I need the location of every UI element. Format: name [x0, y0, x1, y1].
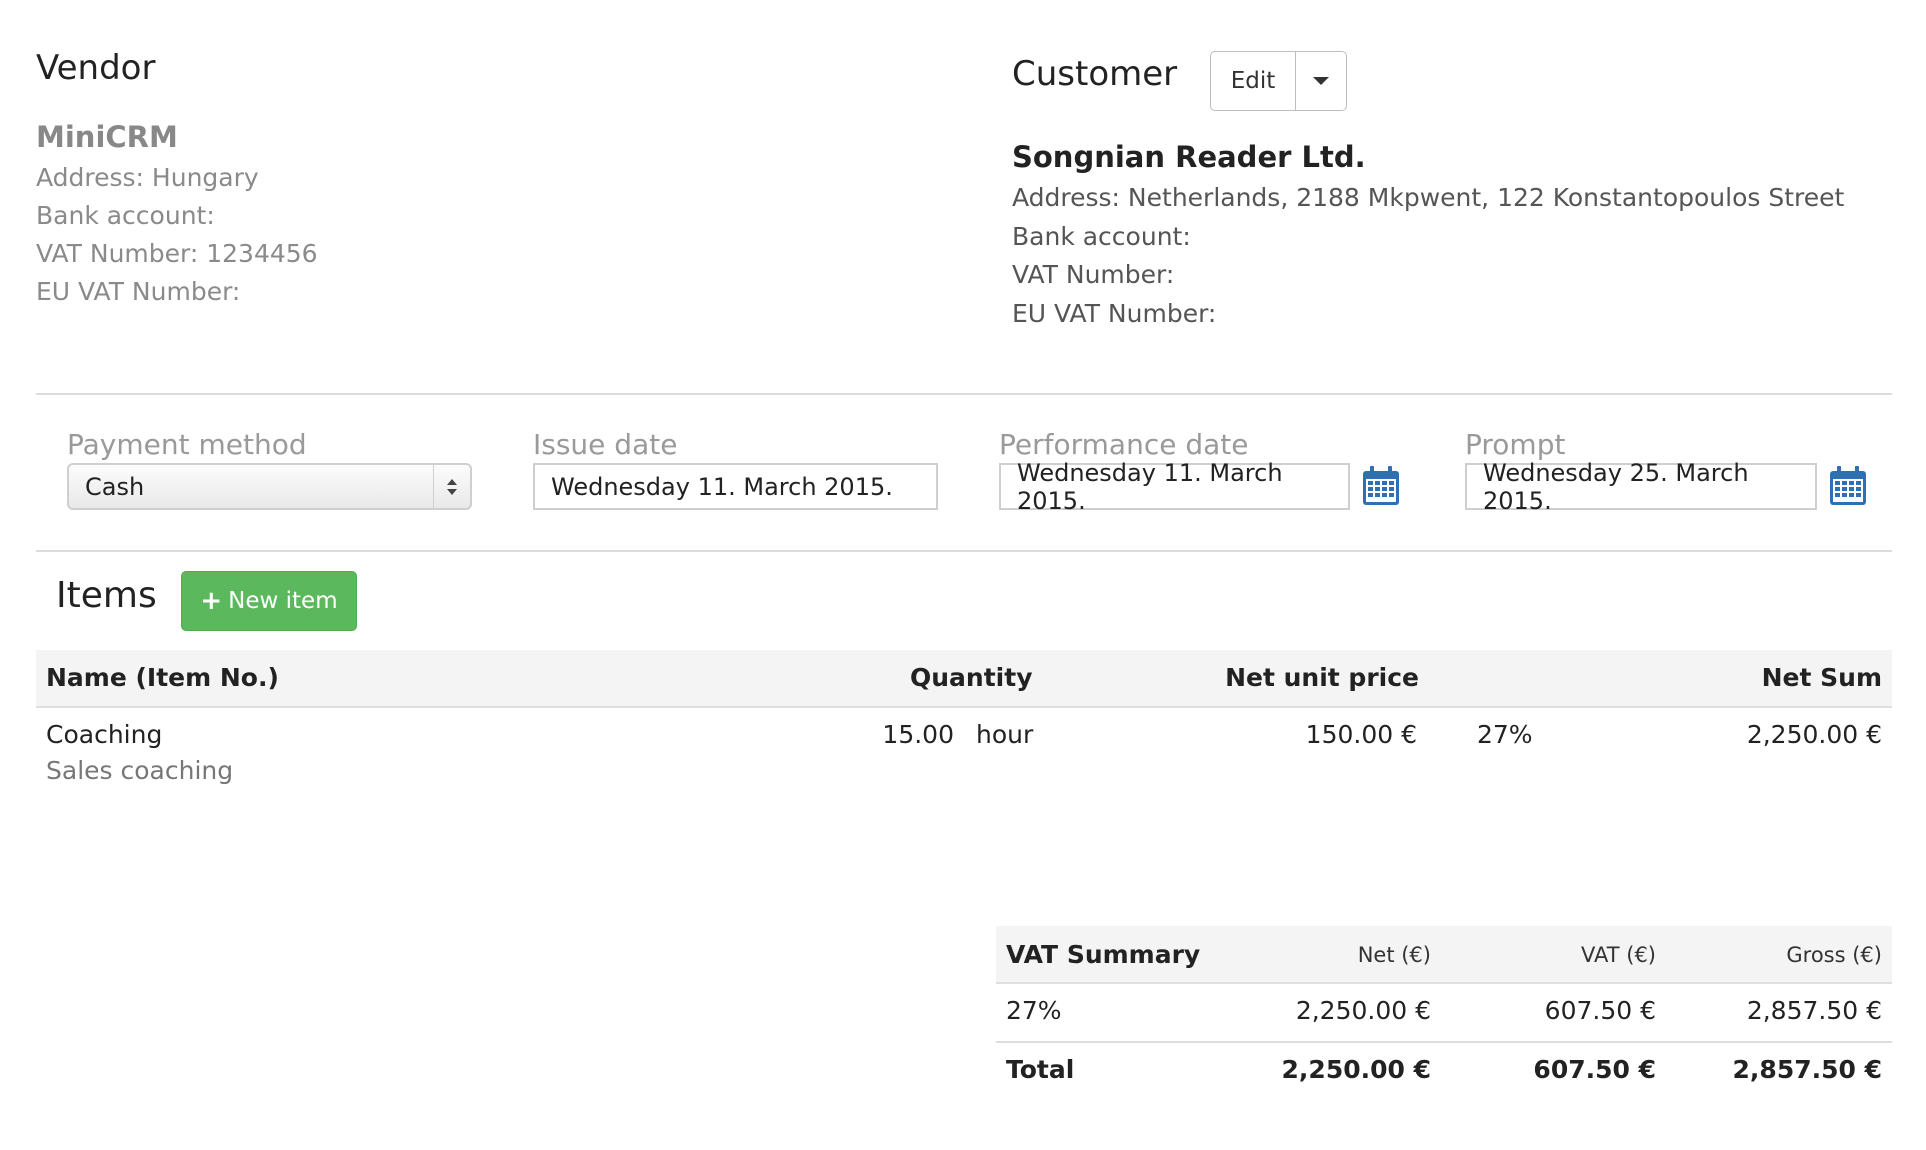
vendor-title: Vendor	[36, 48, 156, 88]
vat-summary-total-net: 2,250.00 €	[1281, 1055, 1431, 1084]
plus-icon: +	[200, 586, 223, 616]
customer-address: Address: Netherlands, 2188 Mkpwent, 122 …	[1012, 183, 1845, 212]
item-unit: hour	[976, 720, 1034, 749]
item-quantity: 15.00	[882, 720, 954, 749]
vendor-bank-account: Bank account:	[36, 201, 215, 230]
edit-dropdown-toggle[interactable]	[1296, 52, 1346, 110]
issue-date-input[interactable]: Wednesday 11. March 2015.	[533, 463, 938, 510]
vat-summary-gross-header: Gross (€)	[1786, 943, 1882, 967]
vat-summary-total-gross: 2,857.50 €	[1732, 1055, 1882, 1084]
divider	[36, 393, 1892, 395]
new-item-label: New item	[228, 588, 338, 614]
select-arrows-icon	[433, 465, 470, 508]
item-description: Sales coaching	[46, 756, 234, 785]
item-net-sum: 2,250.00 €	[1746, 720, 1882, 749]
items-table-header: Name (Item No.) Quantity Net unit price …	[36, 650, 1892, 708]
prompt-label: Prompt	[1465, 428, 1566, 461]
calendar-icon[interactable]	[1361, 465, 1401, 507]
vendor-eu-vat-number: EU VAT Number:	[36, 277, 241, 306]
customer-vat-number: VAT Number:	[1012, 260, 1175, 289]
vat-summary-vat: 607.50 €	[1544, 996, 1656, 1025]
column-header-name: Name (Item No.)	[46, 663, 279, 692]
column-header-net-sum: Net Sum	[1761, 663, 1882, 692]
vendor-address: Address: Hungary	[36, 163, 259, 192]
vat-summary-gross: 2,857.50 €	[1746, 996, 1882, 1025]
vendor-name: MiniCRM	[36, 120, 178, 154]
issue-date-label: Issue date	[533, 428, 678, 461]
performance-date-input[interactable]: Wednesday 11. March 2015.	[999, 459, 1350, 515]
prompt-date-input[interactable]: Wednesday 25. March 2015.	[1465, 459, 1817, 515]
performance-date-label: Performance date	[999, 428, 1249, 461]
item-net-unit-price: 150.00 €	[1305, 720, 1417, 749]
vat-summary-net-header: Net (€)	[1357, 943, 1431, 967]
items-title: Items	[56, 575, 157, 616]
column-header-net-unit-price: Net unit price	[1225, 663, 1419, 692]
customer-name: Songnian Reader Ltd.	[1012, 140, 1366, 174]
item-name: Coaching	[46, 720, 163, 749]
customer-title: Customer	[1012, 54, 1178, 94]
customer-eu-vat-number: EU VAT Number:	[1012, 299, 1217, 328]
edit-button[interactable]: Edit	[1211, 52, 1296, 110]
payment-method-value: Cash	[85, 472, 145, 501]
vat-summary-rate: 27%	[1006, 996, 1062, 1025]
column-header-quantity: Quantity	[910, 663, 1033, 692]
vat-summary-total-label: Total	[1006, 1055, 1075, 1084]
vat-summary-total-vat: 607.50 €	[1533, 1055, 1656, 1084]
vat-summary-vat-header: VAT (€)	[1580, 943, 1656, 967]
payment-method-label: Payment method	[67, 428, 307, 461]
vat-summary-title: VAT Summary	[1006, 940, 1201, 969]
new-item-button[interactable]: + New item	[181, 571, 357, 631]
divider	[996, 1041, 1892, 1043]
item-vat-rate: 27%	[1477, 720, 1533, 749]
divider	[36, 550, 1892, 552]
caret-down-icon	[1313, 77, 1329, 85]
vat-summary-net: 2,250.00 €	[1295, 996, 1431, 1025]
customer-edit-group: Edit	[1210, 51, 1347, 111]
calendar-icon[interactable]	[1828, 465, 1868, 507]
vendor-vat-number: VAT Number: 1234456	[36, 239, 318, 268]
customer-bank-account: Bank account:	[1012, 222, 1191, 251]
payment-method-select[interactable]: Cash	[67, 463, 472, 510]
